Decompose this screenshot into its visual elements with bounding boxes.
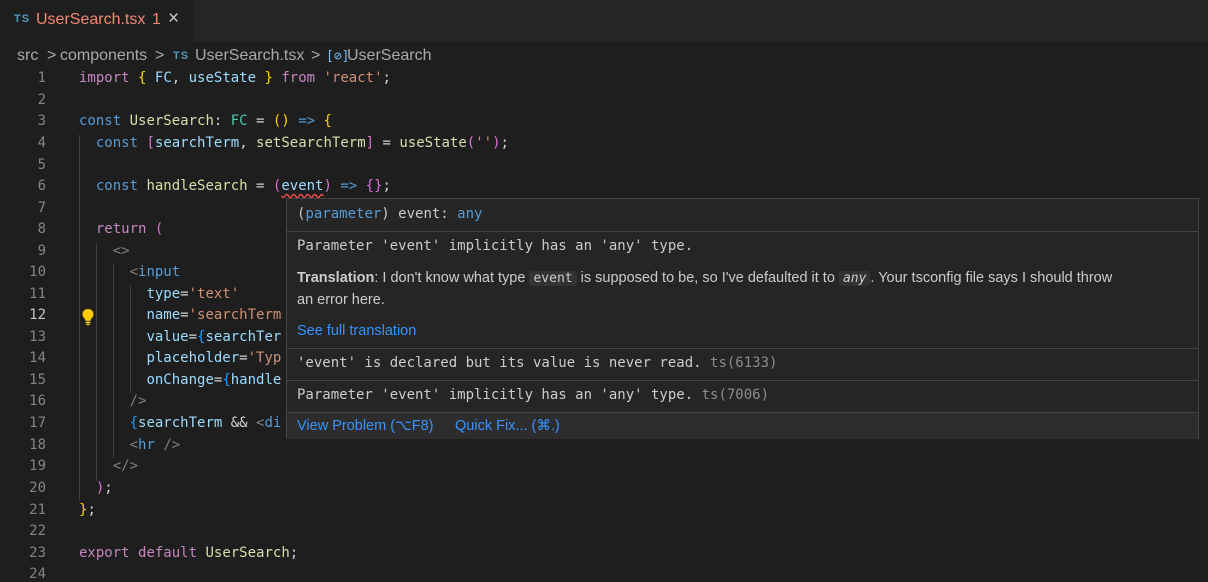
line-number: 3 — [37, 113, 46, 129]
line-number: 2 — [37, 92, 46, 108]
code-line: onChange={handle — [146, 372, 282, 388]
code-line: placeholder='Typ — [146, 350, 282, 366]
code-line: const [searchTerm, setSearchTerm] = useS… — [95, 135, 509, 151]
code-line: import { FC, useState } from 'react'; — [79, 70, 391, 86]
code-line: value={searchTer — [146, 329, 282, 345]
line-number: 23 — [29, 545, 46, 561]
line-number: 19 — [29, 458, 46, 474]
code-line: type='text' — [146, 286, 240, 302]
code-line: {searchTerm && <di — [129, 415, 282, 431]
divider — [287, 380, 1198, 381]
line-number: 13 — [29, 329, 46, 345]
breadcrumb-src[interactable]: src — [17, 47, 38, 65]
code-line: name='searchTerm — [146, 307, 282, 323]
tab-problem-count: 1 — [152, 11, 161, 28]
line-number: 11 — [29, 286, 46, 302]
line-number: 8 — [37, 221, 46, 237]
breadcrumb-symbol[interactable]: UserSearch — [347, 47, 431, 65]
tab-filename: UserSearch.tsx — [36, 11, 146, 28]
chevron-right-icon: > — [47, 47, 57, 64]
code-line: ); — [95, 480, 113, 496]
chevron-right-icon: > — [311, 47, 321, 64]
line-number: 7 — [37, 200, 46, 216]
code-line: <input — [129, 264, 181, 280]
typescript-file-icon: TS — [14, 13, 31, 25]
code-line: export default UserSearch; — [79, 545, 299, 561]
line-number: 10 — [29, 264, 46, 280]
line-number: 17 — [29, 415, 46, 431]
line-number-active: 12 — [29, 307, 46, 323]
tab-usersearch[interactable]: TS UserSearch.tsx 1 × — [0, 0, 194, 42]
divider — [287, 231, 1198, 232]
line-number: 5 — [37, 157, 46, 173]
close-icon[interactable]: × — [168, 9, 179, 29]
line-number: 9 — [37, 243, 46, 259]
see-full-translation-link[interactable]: See full translation — [297, 323, 416, 339]
hover-status-bar: View Problem (⌥F8) Quick Fix... (⌘.) — [287, 412, 1198, 439]
breadcrumb-file[interactable]: UserSearch.tsx — [195, 47, 304, 65]
hover-tooltip: (parameter) event: any Parameter 'event'… — [286, 198, 1199, 439]
line-number: 24 — [29, 566, 46, 582]
hover-translation-cont: an error here. — [297, 292, 385, 308]
line-number: 6 — [37, 178, 46, 194]
hover-message: Parameter 'event' implicitly has an 'any… — [297, 238, 694, 254]
hover-signature: (parameter) event: any — [297, 206, 483, 222]
line-number: 4 — [37, 135, 46, 151]
line-number: 21 — [29, 502, 46, 518]
problem-item: Parameter 'event' implicitly has an 'any… — [297, 387, 770, 403]
code-line: </> — [112, 458, 139, 474]
tab-bar: TS UserSearch.tsx 1 × — [0, 0, 1208, 42]
quick-fix-link[interactable]: Quick Fix... (⌘.) — [455, 418, 560, 434]
line-number: 20 — [29, 480, 46, 496]
breadcrumb-components[interactable]: components — [60, 47, 147, 65]
code-line: /> — [129, 393, 147, 409]
code-line: const UserSearch: FC = () => { — [79, 113, 332, 129]
divider — [287, 348, 1198, 349]
line-number: 1 — [37, 70, 46, 86]
hover-translation: Translation: I don't know what type even… — [297, 270, 1113, 286]
problem-item: 'event' is declared but its value is nev… — [297, 355, 778, 371]
code-line: <> — [112, 243, 130, 259]
chevron-right-icon: > — [155, 47, 165, 64]
line-number: 14 — [29, 350, 46, 366]
line-number: 15 — [29, 372, 46, 388]
line-number: 22 — [29, 523, 46, 539]
line-number: 18 — [29, 437, 46, 453]
code-line: const handleSearch = (event) => {}; — [95, 178, 391, 194]
code-line: <hr /> — [129, 437, 181, 453]
line-number: 16 — [29, 393, 46, 409]
symbol-variable-icon: [⊘] — [326, 49, 350, 64]
typescript-file-icon: TS — [173, 50, 190, 62]
code-line: return ( — [95, 221, 164, 237]
code-line: }; — [79, 502, 96, 518]
lightbulb-icon[interactable] — [80, 308, 96, 326]
view-problem-link[interactable]: View Problem (⌥F8) — [297, 418, 434, 434]
